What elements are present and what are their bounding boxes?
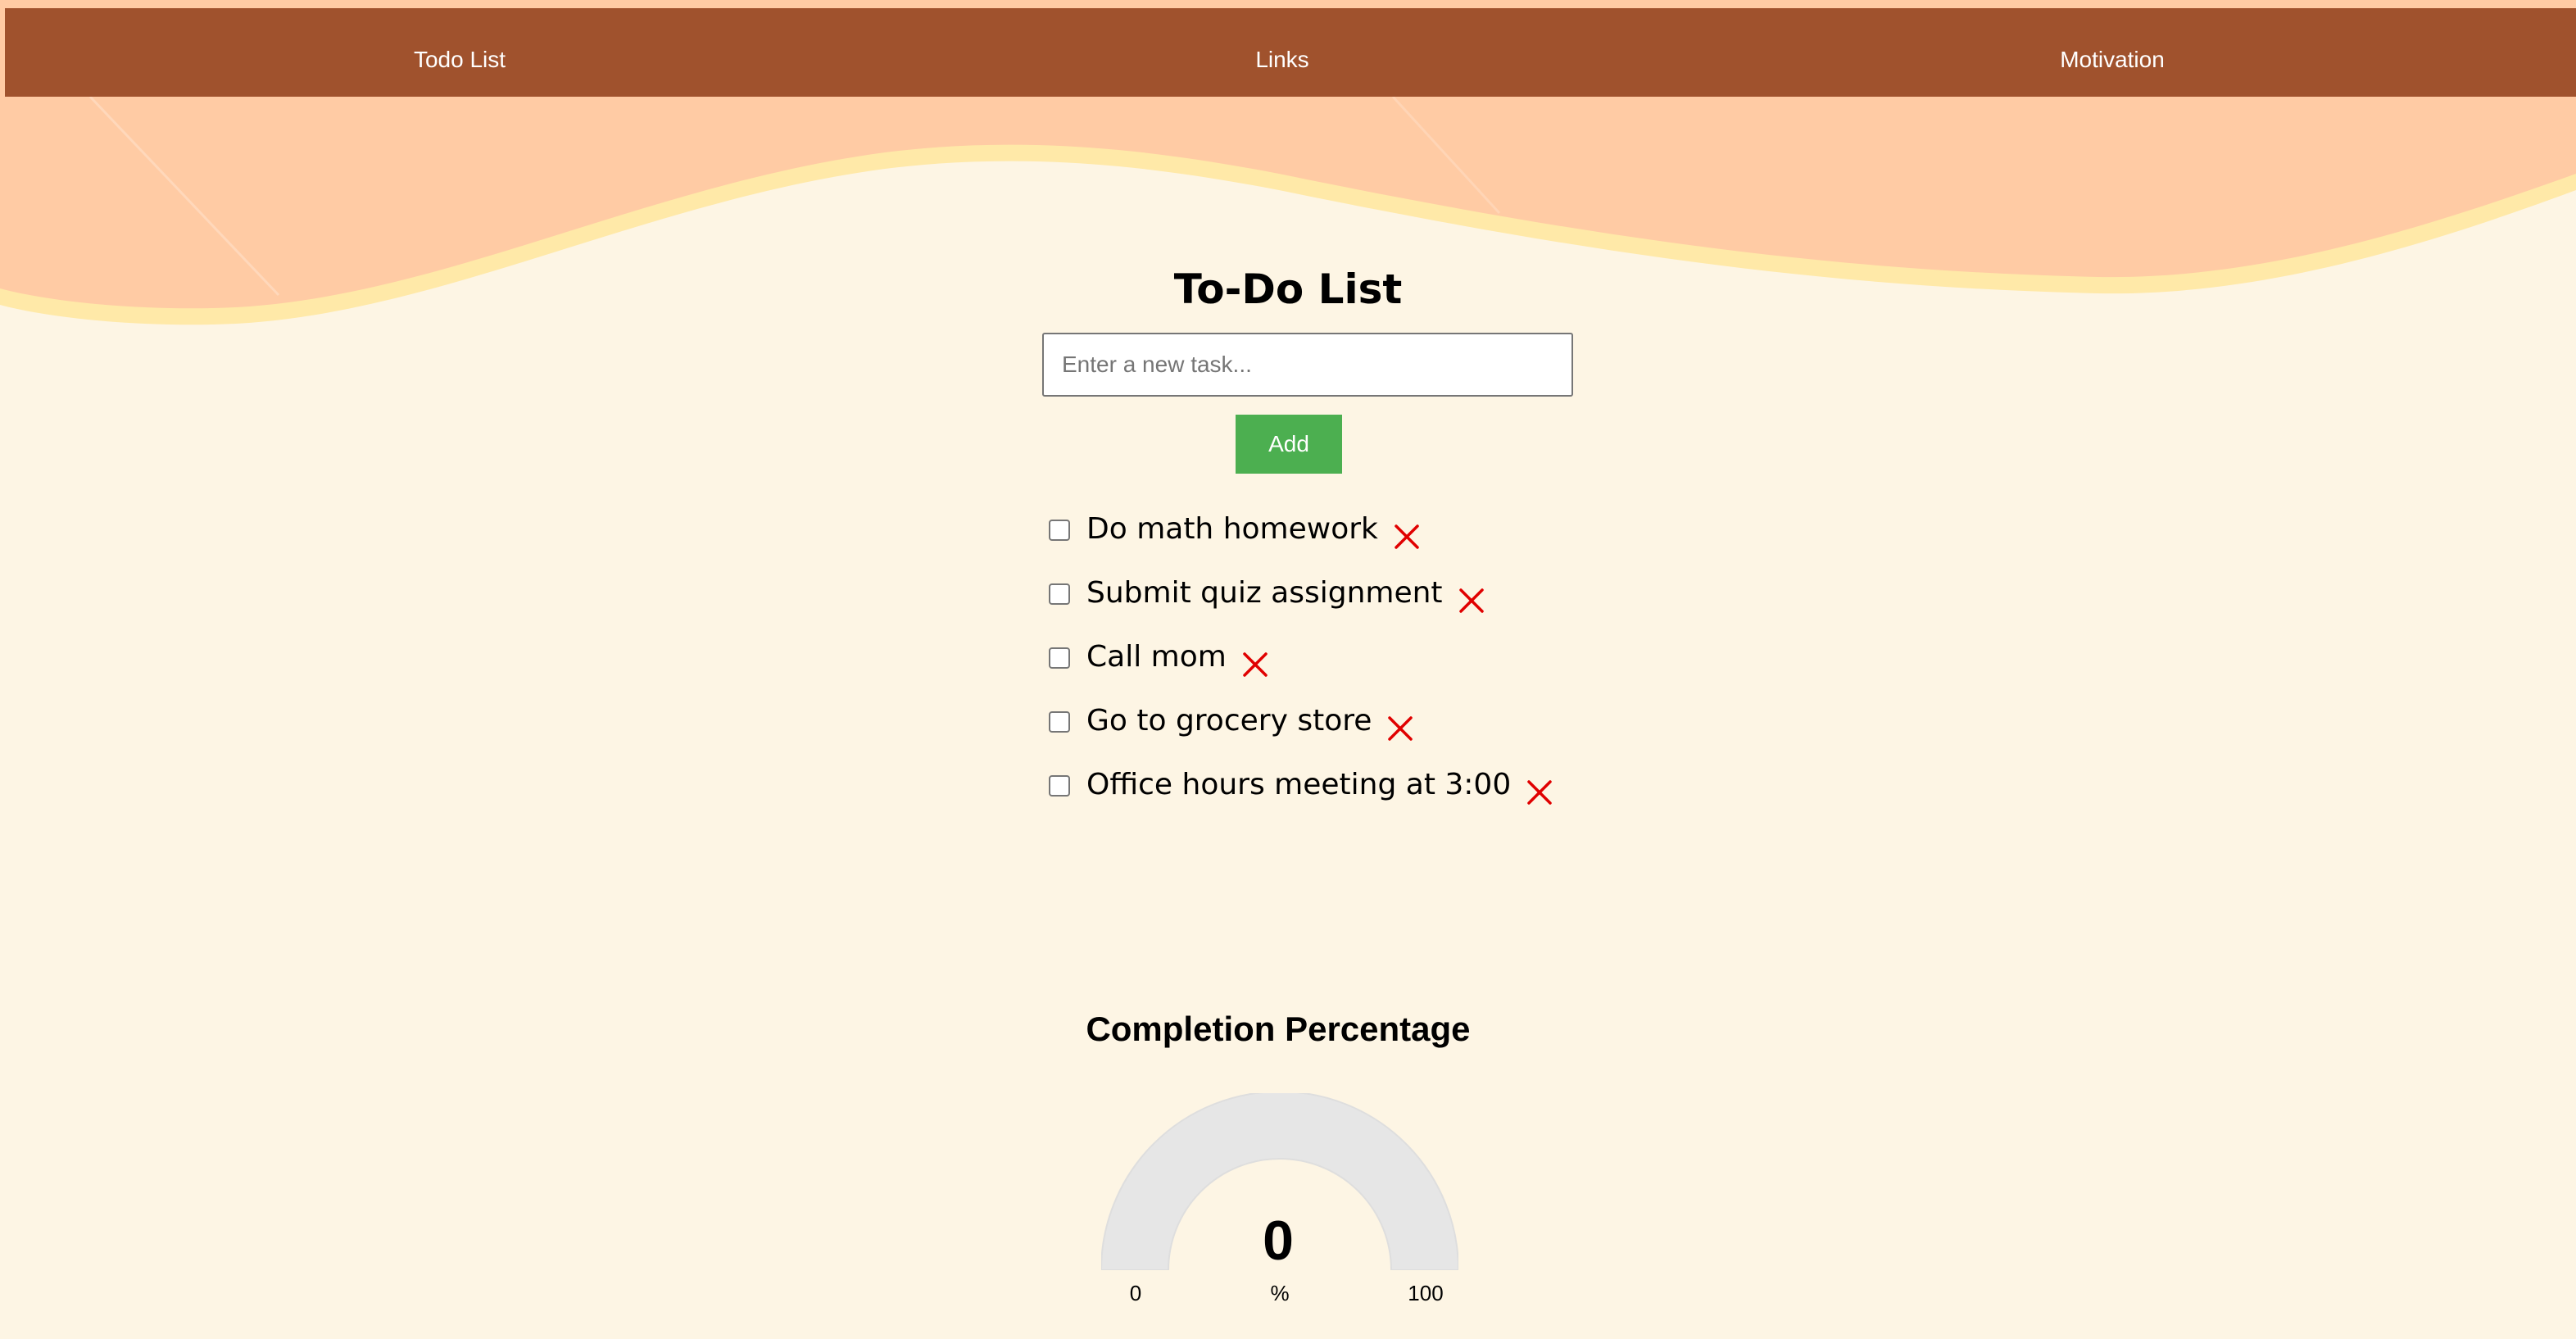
task-checkbox[interactable] [1049, 775, 1070, 797]
gauge-value: 0 [1263, 1210, 1294, 1272]
task-list: Do math homework Submit quiz assignment … [1045, 502, 1553, 821]
delete-x-icon[interactable] [1386, 715, 1414, 742]
task-item: Call mom [1045, 629, 1553, 693]
delete-x-icon[interactable] [1241, 651, 1269, 679]
task-item: Submit quiz assignment [1045, 565, 1553, 629]
task-item: Office hours meeting at 3:00 [1045, 757, 1553, 821]
completion-title: Completion Percentage [1086, 1010, 1471, 1048]
task-text: Do math homework [1086, 511, 1378, 546]
delete-x-icon[interactable] [1526, 778, 1553, 806]
main-content: To-Do List Add Do math homework Submit q… [0, 0, 2576, 1339]
task-text: Call mom [1086, 639, 1227, 674]
task-checkbox[interactable] [1049, 711, 1070, 733]
task-checkbox[interactable] [1049, 583, 1070, 605]
delete-x-icon[interactable] [1458, 587, 1485, 615]
task-checkbox[interactable] [1049, 520, 1070, 541]
task-text: Submit quiz assignment [1086, 575, 1443, 610]
gauge-max-label: 100 [1408, 1281, 1444, 1305]
task-checkbox[interactable] [1049, 647, 1070, 669]
task-text: Go to grocery store [1086, 703, 1372, 738]
delete-x-icon[interactable] [1393, 523, 1421, 551]
task-item: Go to grocery store [1045, 693, 1553, 757]
gauge-unit-label: % [1270, 1281, 1290, 1305]
task-text: Office hours meeting at 3:00 [1086, 767, 1512, 801]
new-task-input[interactable] [1042, 333, 1573, 397]
page-title: To-Do List [1173, 266, 1403, 313]
add-task-button[interactable]: Add [1236, 415, 1342, 474]
gauge-min-label: 0 [1129, 1281, 1142, 1305]
task-item: Do math homework [1045, 502, 1553, 565]
